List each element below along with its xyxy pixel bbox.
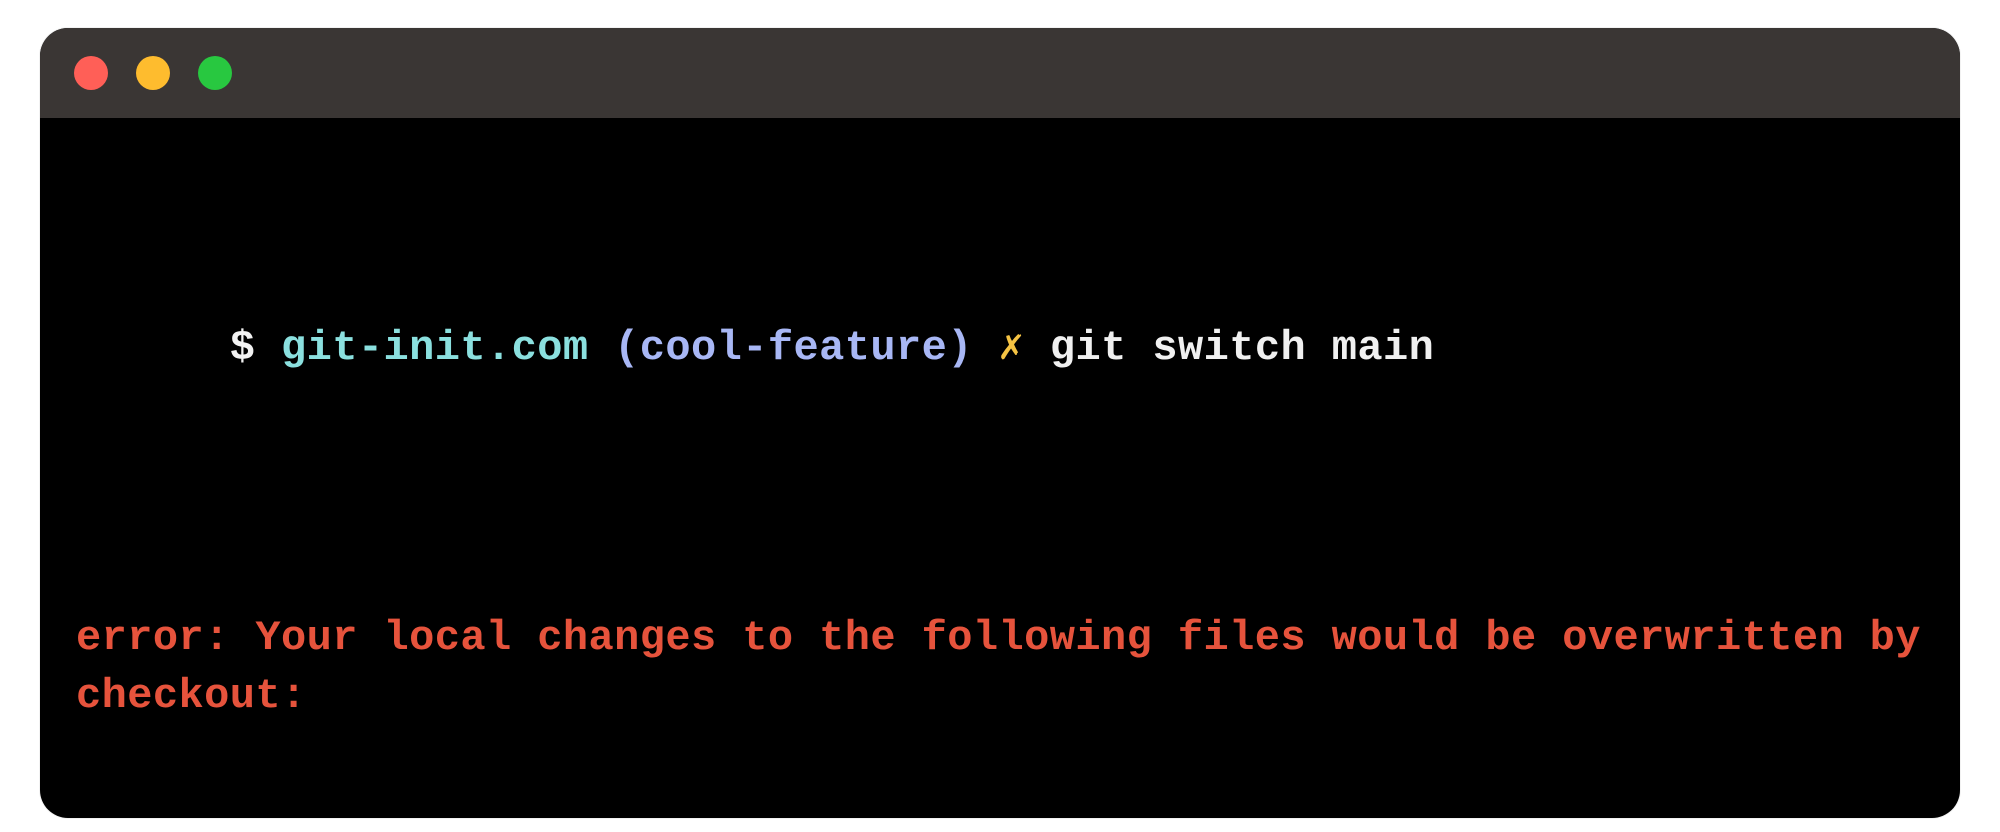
terminal-window: $ git-init.com (cool-feature) ✗ git swit… — [40, 28, 1960, 818]
command-text: git switch main — [1050, 324, 1434, 372]
window-titlebar — [40, 28, 1960, 118]
branch-open: ( — [614, 324, 640, 372]
prompt-line: $ git-init.com (cool-feature) ✗ git swit… — [76, 262, 1924, 436]
branch-close: ) — [947, 324, 973, 372]
prompt-symbol: $ — [230, 324, 256, 372]
prompt-branch: cool-feature — [640, 324, 948, 372]
maximize-icon[interactable] — [198, 56, 232, 90]
prompt-host: git-init.com — [281, 324, 589, 372]
close-icon[interactable] — [74, 56, 108, 90]
terminal-body[interactable]: $ git-init.com (cool-feature) ✗ git swit… — [40, 118, 1960, 818]
error-line: error: Your local changes to the followi… — [76, 610, 1924, 726]
minimize-icon[interactable] — [136, 56, 170, 90]
dirty-marker-icon: ✗ — [999, 324, 1025, 372]
